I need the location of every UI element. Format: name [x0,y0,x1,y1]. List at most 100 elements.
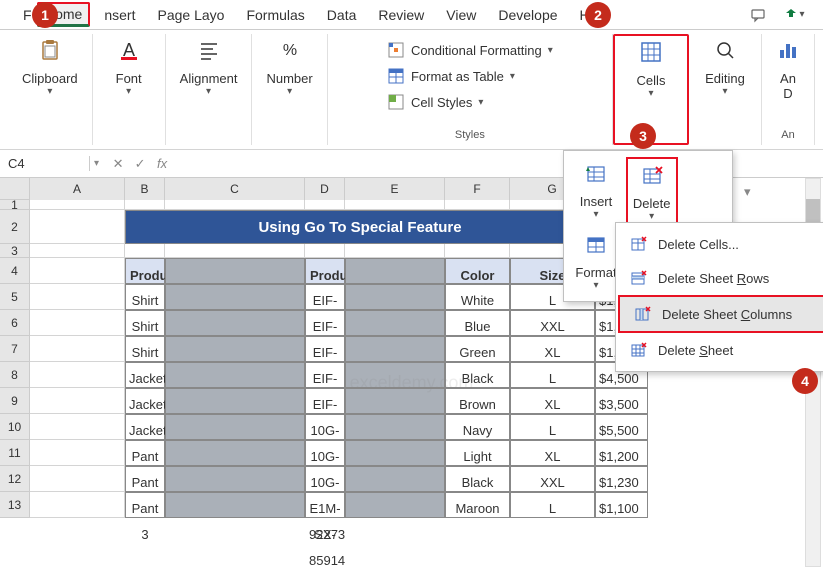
col-header-B[interactable]: B [125,178,165,200]
comments-icon[interactable] [744,4,772,26]
delete-rows-menu-item[interactable]: Delete Sheet Rows [616,261,823,295]
cells-button[interactable]: Cells ▾ [621,36,681,103]
tab-review[interactable]: Review [370,3,432,27]
cell-empty[interactable] [30,466,125,492]
tab-data[interactable]: Data [319,3,365,27]
data-cell-11-3[interactable] [345,440,445,466]
data-cell-10-6[interactable]: $5,500 [595,414,648,440]
data-cell-8-5[interactable]: L [510,362,595,388]
data-cell-10-2[interactable]: 10G-XF-75398 [305,414,345,440]
cell-empty[interactable] [305,244,345,258]
data-cell-12-1[interactable] [165,466,305,492]
editing-button[interactable]: Editing ▾ [695,34,755,101]
data-cell-6-4[interactable]: Blue [445,310,510,336]
cell-empty[interactable] [165,200,305,210]
select-all-cell[interactable] [0,178,30,200]
cells-dropdown-expand[interactable]: ▾ [744,184,751,200]
data-cell-7-5[interactable]: XL [510,336,595,362]
row-header-12[interactable]: 12 [0,466,30,492]
data-cell-10-0[interactable]: Jacket 3 [125,414,165,440]
delete-sheet-menu-item[interactable]: Delete Sheet [616,333,823,367]
data-cell-9-6[interactable]: $3,500 [595,388,648,414]
cell-empty[interactable] [30,492,125,518]
clipboard-button[interactable]: Clipboard ▾ [14,34,86,101]
tab-page-layout[interactable]: Page Layo [149,3,232,27]
row-header-3[interactable]: 3 [0,244,30,258]
analyze-button[interactable]: An D [768,34,808,105]
name-box[interactable]: C4 [0,156,90,171]
cell-empty[interactable] [305,200,345,210]
data-cell-9-4[interactable]: Brown [445,388,510,414]
cell-empty[interactable] [30,310,125,336]
row-header-6[interactable]: 6 [0,310,30,336]
data-cell-11-5[interactable]: XL [510,440,595,466]
tab-file-partial[interactable]: F [15,3,31,27]
data-cell-11-4[interactable]: Light Blue [445,440,510,466]
cell-empty[interactable] [30,210,125,244]
cell-empty[interactable] [30,440,125,466]
tab-insert-partial[interactable]: nsert [96,3,143,27]
data-cell-12-5[interactable]: XXL [510,466,595,492]
data-cell-5-3[interactable] [345,284,445,310]
confirm-formula-icon[interactable]: ✓ [131,156,149,172]
data-cell-10-3[interactable] [345,414,445,440]
data-cell-11-1[interactable] [165,440,305,466]
data-cell-8-3[interactable] [345,362,445,388]
data-cell-12-3[interactable] [345,466,445,492]
cell-empty[interactable] [30,258,125,284]
data-cell-6-2[interactable]: EIF-CZ-97375 [305,310,345,336]
data-cell-11-6[interactable]: $1,200 [595,440,648,466]
data-cell-5-0[interactable]: Shirt 1 [125,284,165,310]
data-cell-12-2[interactable]: 10G-XF-92273 [305,466,345,492]
cell-empty[interactable] [30,284,125,310]
data-cell-8-1[interactable] [165,362,305,388]
data-cell-13-3[interactable] [345,492,445,518]
insert-cells-button[interactable]: Insert ▾ [570,157,622,224]
data-cell-11-2[interactable]: 10G-XF-96371 [305,440,345,466]
data-cell-9-2[interactable]: EIF-CZ-66531 [305,388,345,414]
data-cell-5-4[interactable]: White [445,284,510,310]
format-as-table-button[interactable]: Format as Table ▾ [381,64,559,88]
number-button[interactable]: % Number ▾ [258,34,320,101]
data-cell-13-5[interactable]: L [510,492,595,518]
header-cell-2[interactable]: Product Code [305,258,345,284]
header-cell-1[interactable] [165,258,305,284]
data-cell-6-3[interactable] [345,310,445,336]
cell-empty[interactable] [30,362,125,388]
row-header-13[interactable]: 13 [0,492,30,518]
data-cell-10-1[interactable] [165,414,305,440]
row-header-7[interactable]: 7 [0,336,30,362]
cell-empty[interactable] [445,200,510,210]
row-header-9[interactable]: 9 [0,388,30,414]
data-cell-13-6[interactable]: $1,100 [595,492,648,518]
name-box-dropdown[interactable]: ▾ [90,158,103,169]
data-cell-10-5[interactable]: L [510,414,595,440]
cell-empty[interactable] [125,244,165,258]
cell-styles-button[interactable]: Cell Styles ▾ [381,90,559,114]
row-header-8[interactable]: 8 [0,362,30,388]
row-header-4[interactable]: 4 [0,258,30,284]
header-cell-4[interactable]: Color [445,258,510,284]
data-cell-13-4[interactable]: Maroon [445,492,510,518]
row-header-1[interactable]: 1 [0,200,30,210]
fx-button[interactable]: fx [153,156,171,172]
data-cell-9-5[interactable]: XL [510,388,595,414]
data-cell-8-2[interactable]: EIF-CZ-48270 [305,362,345,388]
tab-view[interactable]: View [438,3,484,27]
cell-empty[interactable] [30,336,125,362]
data-cell-7-0[interactable]: Shirt 3 [125,336,165,362]
data-cell-8-0[interactable]: Jacket 1 [125,362,165,388]
cell-empty[interactable] [30,388,125,414]
row-header-5[interactable]: 5 [0,284,30,310]
col-header-C[interactable]: C [165,178,305,200]
data-cell-6-5[interactable]: XXL [510,310,595,336]
font-button[interactable]: A Font ▾ [99,34,159,101]
col-header-D[interactable]: D [305,178,345,200]
cell-empty[interactable] [30,244,125,258]
data-cell-7-2[interactable]: EIF-A-64872 [305,336,345,362]
col-header-E[interactable]: E [345,178,445,200]
data-cell-9-1[interactable] [165,388,305,414]
data-cell-12-6[interactable]: $1,230 [595,466,648,492]
data-cell-8-4[interactable]: Black [445,362,510,388]
delete-cells-menu-item[interactable]: Delete Cells... [616,227,823,261]
